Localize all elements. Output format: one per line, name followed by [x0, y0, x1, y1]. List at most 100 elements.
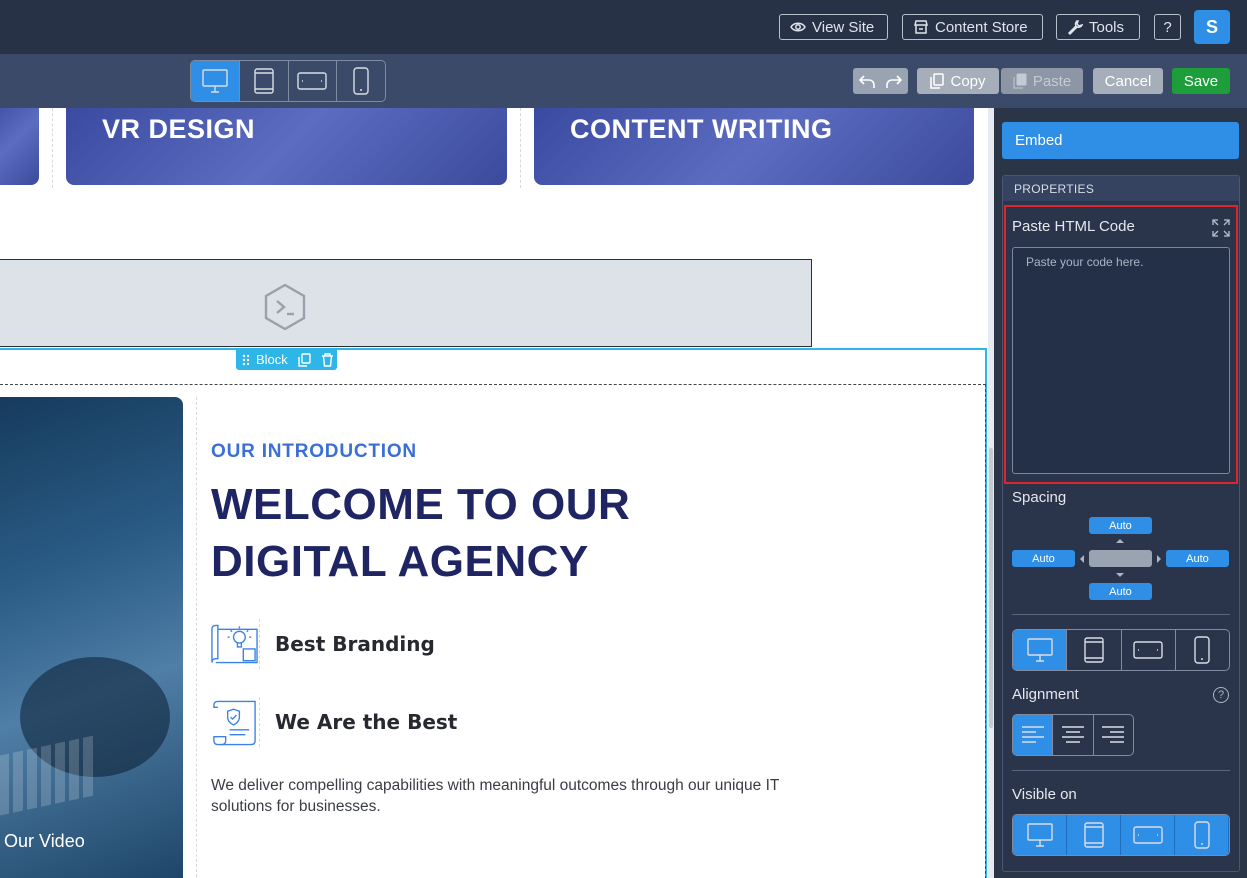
arrow-left-icon: [1080, 555, 1084, 563]
tablet-icon: [253, 68, 274, 94]
redo-icon: [886, 75, 903, 88]
tablet-icon: [1083, 822, 1104, 848]
drag-handle-icon[interactable]: [242, 354, 250, 366]
property-device-switcher: [1012, 629, 1230, 671]
content-store-button[interactable]: Content Store: [902, 14, 1043, 40]
undo-button[interactable]: [853, 68, 881, 94]
visible-desktop-toggle[interactable]: [1013, 815, 1067, 855]
copy-button[interactable]: Copy: [917, 68, 999, 94]
property-mobile-button[interactable]: [1176, 630, 1229, 670]
certificate-shield-icon: [213, 700, 256, 746]
tools-button[interactable]: Tools: [1056, 14, 1140, 40]
block-toolbar: Block: [236, 349, 337, 370]
visibility-switcher: [1012, 814, 1230, 856]
spacing-right-input[interactable]: Auto: [1166, 550, 1229, 567]
user-avatar[interactable]: S: [1194, 10, 1230, 44]
expand-editor-button[interactable]: [1212, 219, 1230, 241]
expand-icon: [1212, 219, 1230, 237]
desktop-view-button[interactable]: [191, 61, 240, 101]
paste-icon: [1013, 73, 1027, 89]
align-left-icon: [1021, 726, 1044, 743]
undo-icon: [858, 75, 875, 88]
align-center-button[interactable]: [1053, 715, 1094, 755]
align-center-icon: [1061, 726, 1084, 743]
arrow-up-icon: [1116, 539, 1124, 543]
block-label: Block: [256, 352, 288, 367]
property-tablet-button[interactable]: [1067, 630, 1122, 670]
device-switcher: [190, 60, 386, 102]
mobile-icon: [353, 67, 369, 95]
feature-item-branding: Best Branding: [210, 619, 435, 669]
alignment-label: Alignment: [1012, 686, 1079, 703]
visible-tablet-toggle[interactable]: [1067, 815, 1121, 855]
properties-header: PROPERTIES: [1003, 176, 1239, 201]
visible-on-label: Visible on: [1012, 786, 1077, 803]
visible-tablet-landscape-toggle[interactable]: [1121, 815, 1175, 855]
tablet-landscape-icon: [1133, 641, 1163, 659]
copy-icon: [930, 73, 945, 89]
section-heading: WELCOME TO OUR DIGITAL AGENCY: [211, 480, 631, 586]
spacing-label: Spacing: [1012, 489, 1067, 506]
arrow-down-icon: [1116, 573, 1124, 577]
align-left-button[interactable]: [1013, 715, 1054, 755]
video-link[interactable]: Our Video: [4, 831, 85, 852]
view-site-button[interactable]: View Site: [779, 14, 888, 40]
arrow-right-icon: [1157, 555, 1161, 563]
feature-item-best: We Are the Best: [210, 697, 457, 747]
mobile-icon: [1193, 821, 1210, 849]
redo-button[interactable]: [881, 68, 909, 94]
embed-tab[interactable]: Embed: [1002, 122, 1239, 159]
align-right-button[interactable]: [1094, 715, 1133, 755]
align-right-icon: [1102, 726, 1125, 743]
embed-code-block[interactable]: [0, 259, 812, 347]
tablet-icon: [1084, 637, 1104, 663]
cancel-button[interactable]: Cancel: [1093, 68, 1163, 94]
divider: [1012, 614, 1230, 615]
trash-icon[interactable]: [321, 352, 334, 367]
desktop-icon: [202, 69, 228, 93]
column-guide: [52, 108, 53, 188]
service-card-vr-design[interactable]: VR DESIGN: [66, 108, 507, 185]
eye-icon: [790, 22, 806, 32]
visible-mobile-toggle[interactable]: [1175, 815, 1229, 855]
mobile-icon: [1194, 636, 1211, 664]
section-description: We deliver compelling capabilities with …: [211, 777, 780, 815]
duplicate-icon[interactable]: [298, 352, 311, 367]
spacing-element-preview: [1089, 550, 1152, 567]
store-icon: [914, 20, 928, 34]
service-card-content-writing[interactable]: CONTENT WRITING: [534, 108, 974, 185]
help-button[interactable]: ?: [1154, 14, 1181, 40]
tablet-view-button[interactable]: [240, 61, 289, 101]
code-terminal-icon: [264, 283, 306, 331]
tablet-landscape-view-button[interactable]: [289, 61, 338, 101]
service-card-partial[interactable]: [0, 108, 39, 185]
html-code-input[interactable]: [1012, 247, 1230, 474]
service-card-title: VR DESIGN: [102, 114, 256, 144]
code-field-label: Paste HTML Code: [1012, 218, 1135, 235]
save-button[interactable]: Save: [1172, 68, 1230, 94]
column-guide: [196, 397, 197, 878]
spacing-bottom-input[interactable]: Auto: [1089, 583, 1152, 600]
alignment-help-icon[interactable]: ?: [1213, 687, 1229, 703]
paste-button[interactable]: Paste: [1001, 68, 1083, 94]
wrench-icon: [1067, 20, 1083, 35]
property-tablet-landscape-button[interactable]: [1122, 630, 1176, 670]
tablet-landscape-icon: [297, 72, 328, 90]
service-card-title: CONTENT WRITING: [570, 114, 833, 144]
divider: [1012, 770, 1230, 771]
spacing-top-input[interactable]: Auto: [1089, 517, 1152, 534]
desktop-icon: [1026, 638, 1053, 662]
section-kicker: OUR INTRODUCTION: [211, 441, 417, 462]
mobile-view-button[interactable]: [337, 61, 385, 101]
desktop-icon: [1026, 823, 1053, 847]
tablet-landscape-icon: [1132, 826, 1163, 844]
property-desktop-button[interactable]: [1013, 630, 1068, 670]
spacing-left-input[interactable]: Auto: [1012, 550, 1075, 567]
alignment-switcher: [1012, 714, 1134, 756]
lightbulb-blueprint-icon: [211, 624, 258, 664]
intro-photo: Our Video: [0, 397, 183, 878]
column-guide: [520, 108, 521, 188]
page-canvas: VR DESIGN CONTENT WRITING Block Our Vide…: [0, 108, 988, 878]
top-bar: View Site Content Store Tools ? S: [0, 0, 1247, 54]
undo-redo-group: [853, 68, 908, 94]
